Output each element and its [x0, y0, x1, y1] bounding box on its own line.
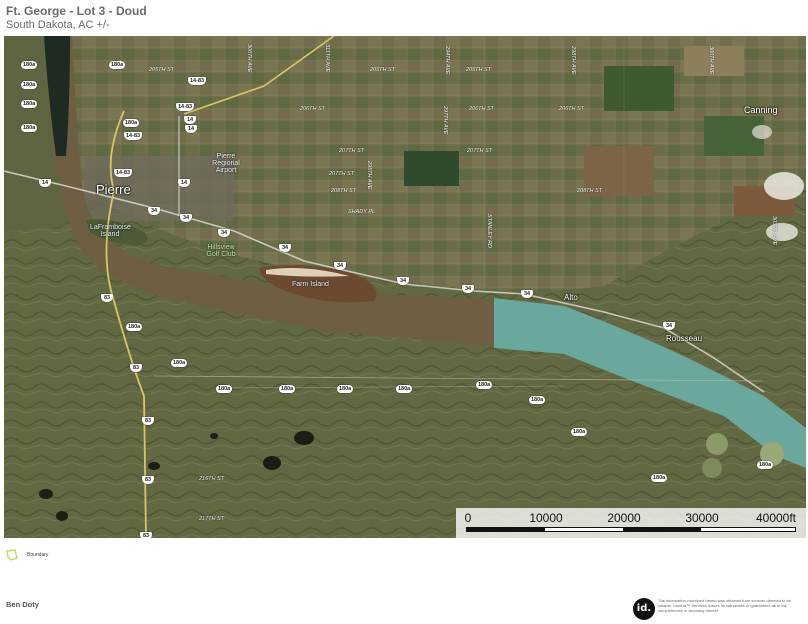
scale-line — [466, 527, 796, 532]
road-label: 303RD AVE — [771, 216, 777, 246]
road-label: 206TH ST — [469, 106, 495, 112]
highway-shield-180a: 180a — [21, 61, 38, 69]
scale-tick-label: 10000 — [529, 511, 563, 525]
road-label: 297TH AVE — [442, 106, 448, 135]
road-label: 208TH ST — [577, 188, 603, 194]
highway-shield-83: 83 — [101, 294, 113, 302]
highway-shield-34: 34 — [334, 262, 346, 270]
map-title: Ft. George - Lot 3 - Doud — [6, 4, 147, 18]
road-label: STANLEY RD — [486, 214, 492, 249]
scale-segment — [623, 528, 701, 531]
scale-tick-label: 40000ft — [755, 511, 797, 525]
legend-boundary-label: Boundary — [27, 552, 49, 558]
road-label: 298TH AVE — [570, 46, 576, 75]
scale-segment — [467, 528, 545, 531]
highway-shield-34: 34 — [148, 207, 160, 215]
road-label: 205TH ST — [370, 67, 396, 73]
road-label: 205TH ST — [149, 67, 175, 73]
highway-shield-180a: 180a — [529, 396, 546, 404]
highway-shield-34: 34 — [397, 277, 409, 285]
boundary-swatch-icon — [6, 549, 18, 561]
scale-tick-label: 30000 — [685, 511, 719, 525]
highway-shield-14: 14 — [185, 125, 197, 133]
highway-shield-83: 83 — [140, 532, 152, 538]
highway-shield-180a: 180a — [571, 428, 588, 436]
highway-shield-14: 14 — [178, 179, 190, 187]
airport-label: Pierre Regional Airport — [212, 153, 240, 174]
disclaimer-text: The information contained herein was obt… — [658, 598, 791, 613]
town-label-alto: Alto — [564, 293, 578, 302]
map-subtitle: South Dakota, AC +/- — [6, 19, 110, 31]
road-label: 207TH ST — [329, 171, 355, 177]
scale-tick-label: 20000 — [607, 511, 641, 525]
highway-shield-180a: 180a — [337, 385, 354, 393]
farm-island-label: Farm Island — [292, 281, 329, 288]
highway-shield-180a: 180a — [126, 323, 143, 331]
highway-shield-14-83: 14-83 — [176, 103, 195, 111]
road-label: 295TH AVE — [366, 161, 372, 190]
highway-shield-180a: 180a — [171, 359, 188, 367]
highway-shield-180a: 180a — [757, 461, 774, 469]
author-name: Ben Doty — [6, 600, 39, 609]
highway-shield-34: 34 — [279, 244, 291, 252]
golf-club-label: Hillsview Golf Club — [206, 244, 236, 258]
highway-shield-180a: 180a — [21, 124, 38, 132]
highway-shield-180a: 180a — [476, 381, 493, 389]
town-label-rousseau: Rousseau — [666, 334, 703, 343]
road-label: 206TH ST — [300, 106, 326, 112]
highway-shield-180a: 180a — [21, 81, 38, 89]
map-legend: Boundary — [6, 549, 48, 561]
highway-shield-180a: 180a — [279, 385, 296, 393]
land-id-logo: id. — [633, 598, 655, 620]
road-label: 208TH ST — [331, 188, 357, 194]
highway-shield-14: 14 — [39, 179, 51, 187]
highway-shield-180a: 180a — [21, 100, 38, 108]
highway-shield-14: 14 — [184, 116, 196, 124]
highway-shield-34: 34 — [521, 290, 533, 298]
highway-shield-83: 83 — [130, 364, 142, 372]
road-label: 217TH ST — [199, 516, 225, 522]
highway-shield-14-83: 14-83 — [124, 132, 143, 140]
highway-shield-180a: 180a — [396, 385, 413, 393]
highway-shield-14-83: 14-83 — [114, 169, 133, 177]
road-label: 216TH ST — [199, 476, 225, 482]
road-label: 311TH AVE — [324, 44, 330, 73]
map-imagery — [4, 36, 806, 538]
road-label: 294TH AVE — [444, 46, 450, 75]
road-label: 306TH AVE — [246, 44, 252, 73]
highway-shield-34: 34 — [462, 285, 474, 293]
road-label: 300TH AVE — [708, 46, 714, 75]
road-label: 206TH ST — [559, 106, 585, 112]
town-label-pierre: Pierre — [96, 182, 131, 197]
satellite-map[interactable]: Pierre Canning Rousseau Alto LaFramboise… — [4, 36, 806, 538]
highway-shield-180a: 180a — [216, 385, 233, 393]
highway-shield-83: 83 — [142, 417, 154, 425]
scale-tick-label: 0 — [464, 511, 472, 525]
highway-shield-180a: 180a — [109, 61, 126, 69]
highway-shield-180a: 180a — [651, 474, 668, 482]
highway-shield-34: 34 — [663, 322, 675, 330]
road-label: 205TH ST — [466, 67, 492, 73]
road-label: 207TH ST — [339, 148, 365, 154]
laframboise-island-label: LaFramboise Island — [90, 224, 131, 238]
highway-shield-180a: 180a — [123, 119, 140, 127]
shady-pl-label: SHADY PL — [348, 209, 376, 215]
highway-shield-83: 83 — [142, 476, 154, 484]
highway-shield-34: 34 — [180, 214, 192, 222]
road-label: 207TH ST — [467, 148, 493, 154]
town-label-canning: Canning — [744, 105, 778, 115]
scale-bar: 0 10000 20000 30000 40000ft — [456, 508, 806, 538]
highway-shield-34: 34 — [218, 229, 230, 237]
highway-shield-14-83: 14-83 — [188, 77, 207, 85]
